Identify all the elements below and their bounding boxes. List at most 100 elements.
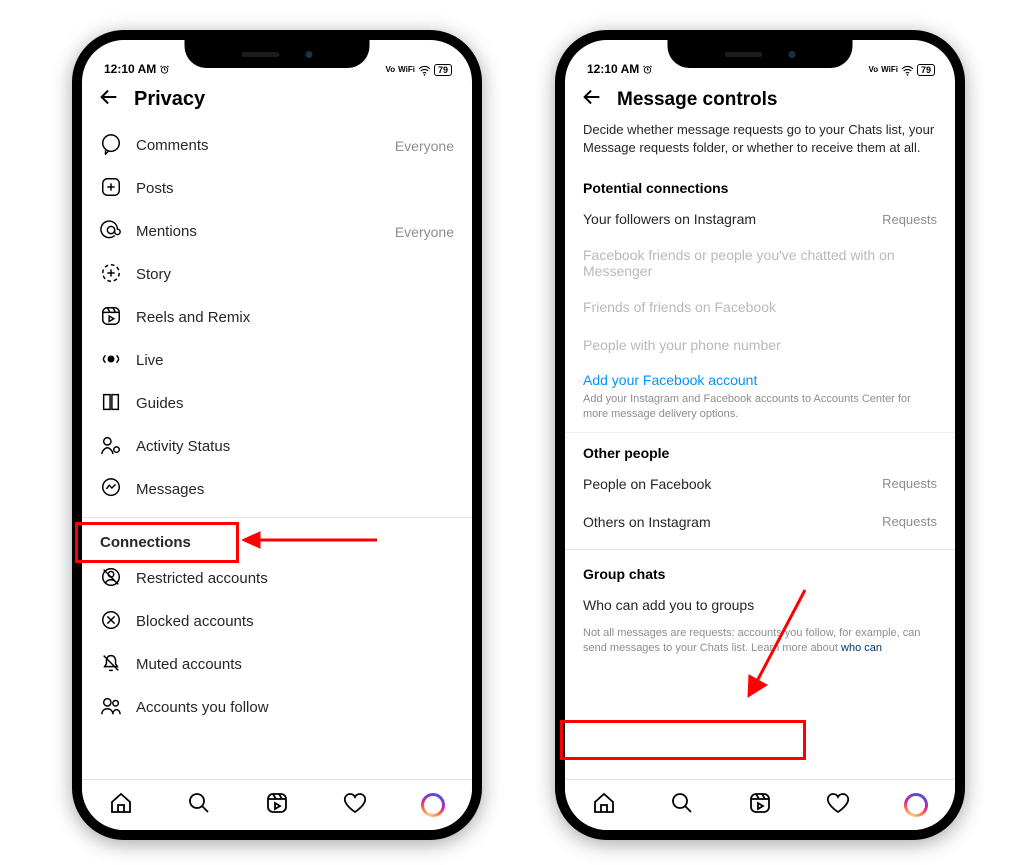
at-icon — [100, 219, 122, 245]
row-label: Restricted accounts — [136, 570, 454, 587]
hint-groups: Not all messages are requests: accounts … — [565, 624, 955, 656]
row-fof: Friends of friends on Facebook — [583, 288, 937, 326]
row-label: Story — [136, 266, 454, 283]
phone-notch — [185, 40, 370, 68]
row-mentions[interactable]: Mentions Everyone — [100, 210, 454, 253]
wifi-icon — [418, 65, 431, 76]
message-controls-content: Decide whether message requests go to yo… — [565, 114, 955, 780]
nav-profile[interactable] — [421, 793, 445, 817]
guides-icon — [100, 391, 122, 417]
back-button[interactable] — [98, 86, 120, 113]
description: Decide whether message requests go to yo… — [583, 115, 937, 168]
link-who-can[interactable]: who can — [841, 642, 882, 654]
status-time: 12:10 AM — [587, 62, 639, 76]
row-label: Live — [136, 352, 454, 369]
live-icon — [100, 348, 122, 374]
row-fb-friends: Facebook friends or people you've chatte… — [583, 238, 937, 288]
row-label: Muted accounts — [136, 656, 454, 673]
row-value: Requests — [882, 212, 937, 227]
page-title: Message controls — [617, 89, 778, 111]
messenger-icon — [100, 477, 122, 503]
row-label: Reels and Remix — [136, 309, 454, 326]
row-comments[interactable]: Comments Everyone — [100, 124, 454, 167]
instagram-icon — [421, 793, 445, 817]
wifi-label: WiFi — [398, 67, 415, 73]
wifi-label: WiFi — [881, 67, 898, 73]
phone-notch — [668, 40, 853, 68]
row-reels[interactable]: Reels and Remix — [100, 296, 454, 339]
alarm-icon — [159, 64, 170, 75]
row-label: Who can add you to groups — [583, 597, 754, 613]
row-label: Mentions — [136, 223, 381, 240]
nav-reels[interactable] — [265, 791, 289, 820]
nav-profile[interactable] — [904, 793, 928, 817]
phone-privacy: 12:10 AM Vo WiFi 79 Privacy Hidden Words… — [72, 30, 482, 840]
hint-facebook: Add your Instagram and Facebook accounts… — [565, 390, 955, 433]
link-add-facebook[interactable]: Add your Facebook account — [583, 364, 937, 390]
row-others-ig[interactable]: Others on Instagram Requests — [583, 503, 937, 541]
row-guides[interactable]: Guides — [100, 382, 454, 425]
row-label: Messages — [136, 481, 454, 498]
section-connections: Connections — [100, 522, 454, 557]
alarm-icon — [642, 64, 653, 75]
row-value: Everyone — [395, 224, 454, 240]
row-who-add-groups[interactable]: Who can add you to groups — [583, 586, 937, 624]
row-posts[interactable]: Posts — [100, 167, 454, 210]
row-label: Guides — [136, 395, 454, 412]
row-phone-number: People with your phone number — [583, 326, 937, 364]
nav-home[interactable] — [592, 791, 616, 820]
story-icon — [100, 262, 122, 288]
nav-search[interactable] — [187, 791, 211, 820]
page-title: Privacy — [134, 88, 205, 111]
status-time: 12:10 AM — [104, 62, 156, 76]
network-icon: Vo — [386, 67, 396, 73]
people-icon — [100, 695, 122, 721]
row-activity-status[interactable]: Activity Status — [100, 425, 454, 468]
row-accounts-follow[interactable]: Accounts you follow — [100, 686, 454, 729]
back-button[interactable] — [581, 86, 603, 113]
row-label: Blocked accounts — [136, 613, 454, 630]
section-group: Group chats — [583, 554, 937, 586]
row-hidden-words[interactable]: Hidden Words — [100, 114, 454, 124]
row-label: People with your phone number — [583, 337, 781, 353]
row-restricted[interactable]: Restricted accounts — [100, 557, 454, 600]
activity-icon — [100, 434, 122, 460]
nav-activity[interactable] — [826, 791, 850, 820]
muted-icon — [100, 652, 122, 678]
nav-reels[interactable] — [748, 791, 772, 820]
battery-icon: 79 — [917, 64, 935, 76]
restricted-icon — [100, 566, 122, 592]
phone-message-controls: 12:10 AM Vo WiFi 79 Message controls Dec… — [555, 30, 965, 840]
row-value: Everyone — [395, 138, 454, 154]
row-people-fb[interactable]: People on Facebook Requests — [583, 465, 937, 503]
row-value: Requests — [882, 476, 937, 491]
nav-search[interactable] — [670, 791, 694, 820]
row-label: Comments — [136, 137, 381, 154]
row-label: Your followers on Instagram — [583, 211, 756, 227]
posts-icon — [100, 176, 122, 202]
row-label: Posts — [136, 180, 454, 197]
section-potential: Potential connections — [583, 168, 937, 200]
row-messages[interactable]: Messages — [100, 468, 454, 511]
row-label: People on Facebook — [583, 476, 711, 492]
comment-icon — [100, 133, 122, 159]
section-other: Other people — [583, 433, 937, 465]
row-value: Requests — [882, 514, 937, 529]
row-followers[interactable]: Your followers on Instagram Requests — [583, 200, 937, 238]
row-muted[interactable]: Muted accounts — [100, 643, 454, 686]
row-label: Friends of friends on Facebook — [583, 299, 776, 315]
battery-icon: 79 — [434, 64, 452, 76]
instagram-icon — [904, 793, 928, 817]
nav-activity[interactable] — [343, 791, 367, 820]
row-label: Accounts you follow — [136, 699, 454, 716]
row-blocked[interactable]: Blocked accounts — [100, 600, 454, 643]
bottom-nav — [82, 779, 472, 830]
blocked-icon — [100, 609, 122, 635]
network-icon: Vo — [869, 67, 879, 73]
row-label: Facebook friends or people you've chatte… — [583, 247, 937, 279]
bottom-nav — [565, 779, 955, 830]
nav-home[interactable] — [109, 791, 133, 820]
row-story[interactable]: Story — [100, 253, 454, 296]
row-label: Activity Status — [136, 438, 454, 455]
row-live[interactable]: Live — [100, 339, 454, 382]
